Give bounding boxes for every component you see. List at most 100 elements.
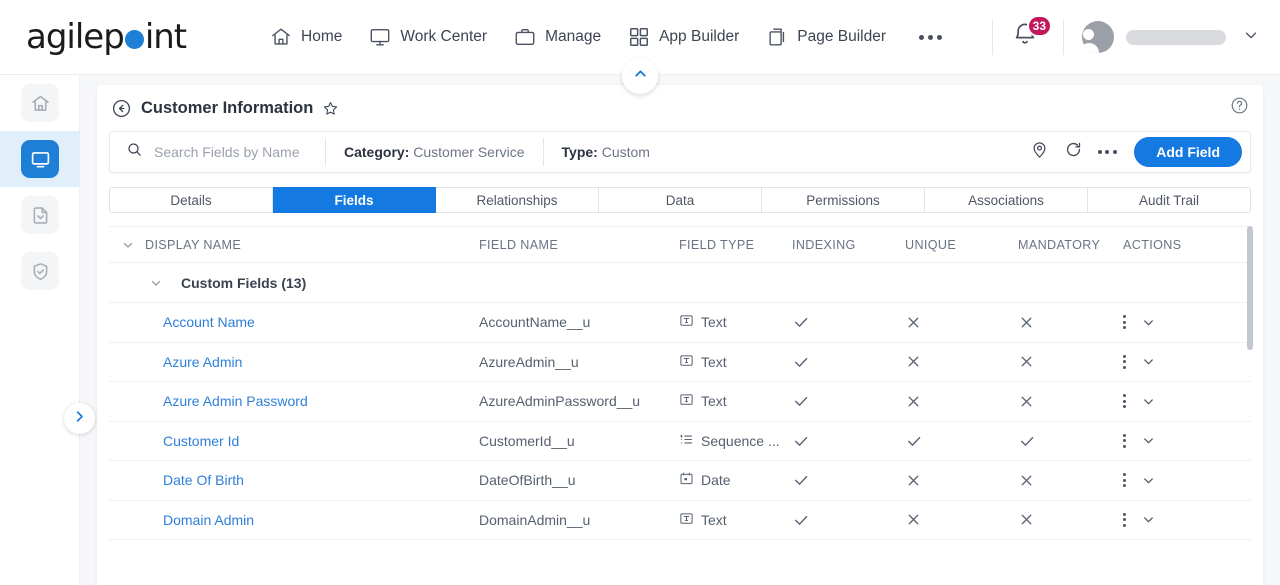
toolbar-more-button[interactable] bbox=[1090, 135, 1124, 169]
sidebar-item-downloads[interactable] bbox=[0, 187, 80, 243]
cell-field-name: AzureAdminPassword__u bbox=[479, 393, 641, 410]
table-row[interactable]: Azure Admin Password AzureAdminPassword_… bbox=[109, 382, 1251, 422]
cell-mandatory bbox=[1018, 432, 1123, 450]
field-type-label: Text bbox=[701, 511, 727, 528]
cell-field-type: Date bbox=[679, 471, 792, 489]
search-input[interactable] bbox=[154, 144, 314, 160]
check-icon bbox=[792, 471, 905, 489]
table-row[interactable]: Date Of Birth DateOfBirth__u Date bbox=[109, 461, 1251, 501]
row-menu-icon[interactable] bbox=[1123, 473, 1126, 488]
collapse-header-button[interactable] bbox=[622, 58, 658, 94]
row-menu-icon[interactable] bbox=[1123, 394, 1126, 409]
avatar[interactable] bbox=[1082, 21, 1114, 53]
row-menu-icon[interactable] bbox=[1123, 512, 1126, 527]
nav-item-home[interactable]: Home bbox=[270, 17, 342, 57]
scrollbar-thumb[interactable] bbox=[1247, 226, 1253, 350]
cell-display-name: Azure Admin Password bbox=[109, 393, 479, 409]
cell-display-name: Azure Admin bbox=[109, 354, 479, 370]
dot-2-icon bbox=[928, 34, 933, 40]
locate-button[interactable] bbox=[1022, 135, 1056, 169]
nav-item-work-center[interactable]: Work Center bbox=[369, 17, 487, 57]
sidebar-expand-button[interactable] bbox=[64, 403, 95, 434]
cell-indexing bbox=[792, 511, 905, 529]
cell-actions bbox=[1123, 354, 1243, 369]
tab-permissions[interactable]: Permissions bbox=[762, 187, 925, 213]
monitor-icon bbox=[21, 140, 59, 178]
field-link[interactable]: Customer Id bbox=[163, 433, 239, 449]
dot-2-icon bbox=[1123, 399, 1126, 403]
cell-indexing bbox=[792, 313, 905, 331]
row-menu-icon[interactable] bbox=[1123, 354, 1126, 369]
dot-3-icon bbox=[1123, 484, 1126, 488]
cell-unique bbox=[905, 472, 1018, 489]
row-menu-icon[interactable] bbox=[1123, 433, 1126, 448]
date-field-icon bbox=[679, 471, 694, 489]
agilepoint-logo[interactable]: agilep int bbox=[0, 17, 270, 57]
field-type-label: Text bbox=[701, 314, 727, 331]
refresh-icon bbox=[1064, 140, 1083, 164]
row-expand-chevron-down-icon[interactable] bbox=[1141, 315, 1156, 330]
field-link[interactable]: Domain Admin bbox=[163, 512, 254, 528]
field-type-label: Date bbox=[701, 472, 731, 489]
field-type-value: Text bbox=[679, 511, 792, 529]
cell-actions bbox=[1123, 315, 1243, 330]
table-row[interactable]: Azure Admin AzureAdmin__u Text bbox=[109, 343, 1251, 382]
field-link[interactable]: Azure Admin Password bbox=[163, 393, 308, 409]
cross-icon bbox=[905, 393, 1018, 410]
header-right-section: 33 bbox=[974, 15, 1280, 55]
column-unique: UNIQUE bbox=[905, 237, 957, 252]
copy-pages-icon bbox=[766, 26, 788, 48]
notifications-button[interactable]: 33 bbox=[1011, 15, 1052, 54]
add-field-button[interactable]: Add Field bbox=[1134, 137, 1242, 167]
dot-3-icon bbox=[1123, 523, 1126, 527]
cell-actions bbox=[1123, 473, 1243, 488]
favorite-star-icon[interactable] bbox=[322, 100, 339, 117]
tab-associations[interactable]: Associations bbox=[925, 187, 1088, 213]
table-row[interactable]: Domain Admin DomainAdmin__u Text bbox=[109, 501, 1251, 540]
nav-item-manage[interactable]: Manage bbox=[514, 17, 601, 57]
cell-indexing bbox=[792, 471, 905, 489]
sidebar-item-work-center[interactable] bbox=[0, 131, 80, 187]
field-link[interactable]: Date Of Birth bbox=[163, 472, 244, 488]
back-arrow-icon[interactable] bbox=[111, 98, 132, 119]
table-group-row[interactable]: Custom Fields (13) bbox=[109, 263, 1251, 303]
row-menu-icon[interactable] bbox=[1123, 315, 1126, 330]
cross-icon bbox=[1018, 511, 1123, 528]
table-row[interactable]: Account Name AccountName__u Text bbox=[109, 303, 1251, 343]
row-expand-chevron-down-icon[interactable] bbox=[1141, 473, 1156, 488]
row-expand-chevron-down-icon[interactable] bbox=[1141, 394, 1156, 409]
page-title: Customer Information bbox=[141, 98, 314, 117]
group-chevron-down-icon[interactable] bbox=[149, 276, 163, 290]
sequence-field-icon bbox=[679, 432, 694, 450]
nav-item-page-builder[interactable]: Page Builder bbox=[766, 17, 886, 57]
row-expand-chevron-down-icon[interactable] bbox=[1141, 512, 1156, 527]
nav-more-button[interactable] bbox=[913, 34, 948, 40]
help-icon[interactable] bbox=[1230, 96, 1249, 120]
sort-chevron-down-icon[interactable] bbox=[121, 238, 135, 252]
table-row[interactable]: Customer Id CustomerId__u Sequence ... bbox=[109, 422, 1251, 461]
tab-fields[interactable]: Fields bbox=[273, 187, 436, 213]
header-divider-1 bbox=[992, 19, 993, 55]
refresh-button[interactable] bbox=[1056, 135, 1090, 169]
field-link[interactable]: Account Name bbox=[163, 314, 255, 330]
three-dots-icon bbox=[1097, 150, 1117, 154]
cell-unique bbox=[905, 511, 1018, 528]
sidebar-item-home[interactable] bbox=[0, 75, 80, 131]
cross-icon bbox=[1018, 472, 1123, 489]
tab-details[interactable]: Details bbox=[109, 187, 273, 213]
sidebar-item-security[interactable] bbox=[0, 243, 80, 299]
dot-2-icon bbox=[1123, 320, 1126, 324]
tab-audit-trail[interactable]: Audit Trail bbox=[1088, 187, 1251, 213]
field-link[interactable]: Azure Admin bbox=[163, 354, 242, 370]
cross-icon bbox=[905, 472, 1018, 489]
dot-3-icon bbox=[1123, 444, 1126, 448]
table-scrollbar[interactable] bbox=[1247, 226, 1253, 548]
tab-data[interactable]: Data bbox=[599, 187, 762, 213]
user-menu-chevron-down-icon[interactable] bbox=[1242, 26, 1260, 49]
tab-relationships[interactable]: Relationships bbox=[436, 187, 599, 213]
cell-display-name: Date Of Birth bbox=[109, 472, 479, 488]
nav-item-app-builder[interactable]: App Builder bbox=[628, 17, 739, 57]
row-expand-chevron-down-icon[interactable] bbox=[1141, 433, 1156, 448]
dot-1-icon bbox=[1123, 512, 1126, 516]
row-expand-chevron-down-icon[interactable] bbox=[1141, 354, 1156, 369]
